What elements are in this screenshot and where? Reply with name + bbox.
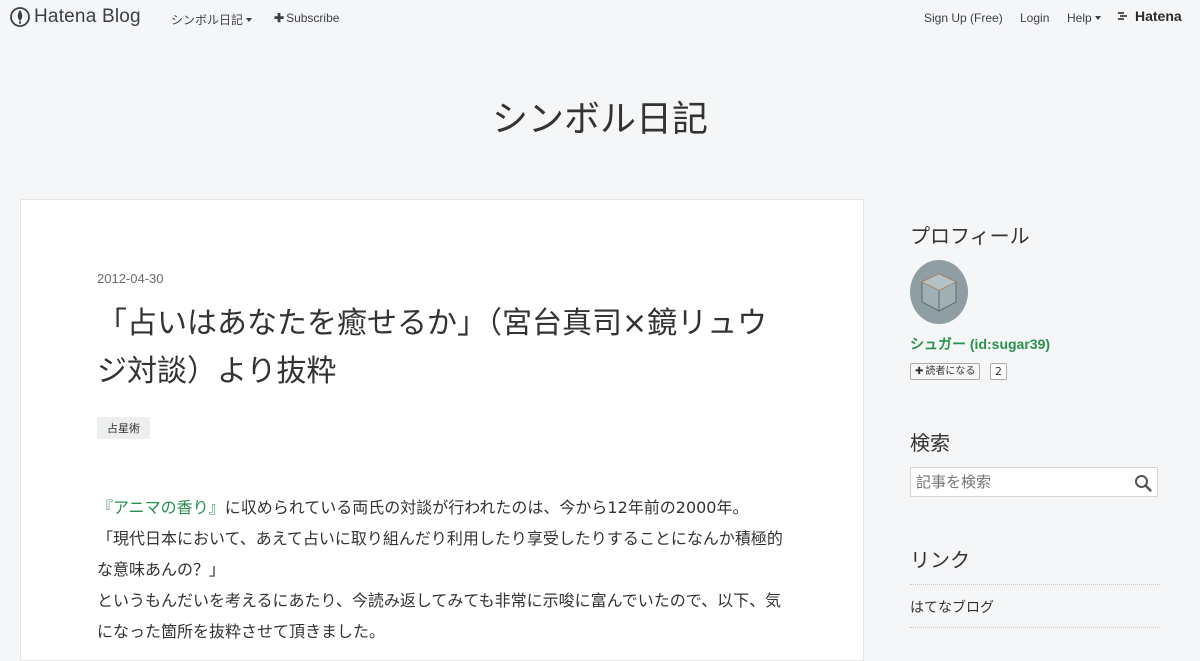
plus-icon: ✚ — [915, 366, 924, 377]
entry-body: 『アニマの香り』に収められている両氏の対談が行われたのは、今から12年前の200… — [97, 492, 797, 647]
category-tag[interactable]: 占星術 — [97, 417, 150, 439]
paragraph-1-text: に収められている両氏の対談が行われたのは、今から12年前の2000年。 — [224, 498, 749, 517]
search-input[interactable] — [916, 472, 1126, 492]
hatena-blog-logo[interactable]: Hatena Blog — [10, 6, 141, 28]
brand-text: Hatena Blog — [34, 6, 141, 27]
hatena-blog-logo-icon — [10, 7, 30, 27]
subscribe-reader-button[interactable]: ✚ 読者になる — [910, 363, 981, 380]
profile-username[interactable]: シュガー (id:sugar39) — [910, 334, 1050, 354]
entry-date[interactable]: 2012-04-30 — [97, 271, 164, 286]
paragraph-2: 「現代日本において、あえて占いに取り組んだり利用したり享受したりすることになんか… — [97, 529, 783, 579]
global-header: Hatena Blog シンボル日記 ✚ Subscribe Sign Up (F… — [0, 0, 1200, 36]
caret-down-icon — [1094, 16, 1101, 20]
paragraph-1: 『アニマの香り』に収められている両氏の対談が行われたのは、今から12年前の200… — [97, 492, 797, 523]
hatena-link[interactable]: Hatena — [1118, 8, 1182, 24]
subscribe-button[interactable]: ✚ Subscribe — [274, 11, 339, 25]
link-hatena-blog[interactable]: はてなブログ — [910, 597, 994, 617]
hatena-label: Hatena — [1135, 8, 1182, 24]
subscribe-label: Subscribe — [286, 11, 340, 25]
blog-menu-dropdown[interactable]: シンボル日記 — [171, 11, 253, 28]
avatar[interactable] — [910, 260, 968, 324]
paragraph-3: というもんだいを考えるにあたり、今読み返してみても非常に示唆に富んでいたので、以… — [97, 591, 782, 641]
caret-down-icon — [246, 18, 253, 22]
search-heading: 検索 — [910, 431, 950, 455]
search-form — [910, 467, 1158, 497]
entry-title[interactable]: 「占いはあなたを癒せるか」（宮台真司×鏡リュウジ対談）より抜粋 — [97, 300, 797, 396]
subscriber-count[interactable]: 2 — [990, 363, 1007, 380]
book-link[interactable]: 『アニマの香り』 — [97, 498, 225, 517]
login-link[interactable]: Login — [1020, 11, 1049, 25]
blog-menu-label: シンボル日記 — [171, 13, 244, 27]
avatar-cube-icon — [921, 273, 957, 312]
divider — [910, 627, 1160, 628]
divider — [910, 584, 1160, 585]
search-icon[interactable] — [1134, 474, 1152, 492]
entry-card: 2012-04-30 「占いはあなたを癒せるか」（宮台真司×鏡リュウジ対談）より… — [20, 199, 864, 661]
help-dropdown[interactable]: Help — [1067, 11, 1101, 25]
profile-heading: プロフィール — [910, 224, 1030, 248]
blog-title[interactable]: シンボル日記 — [0, 90, 1200, 142]
subscribe-reader-label: 読者になる — [925, 366, 976, 377]
help-label: Help — [1067, 11, 1092, 25]
signup-link[interactable]: Sign Up (Free) — [924, 11, 1003, 25]
plus-icon: ✚ — [274, 11, 285, 25]
hatena-logo-icon — [1118, 12, 1127, 20]
links-heading: リンク — [910, 548, 970, 572]
